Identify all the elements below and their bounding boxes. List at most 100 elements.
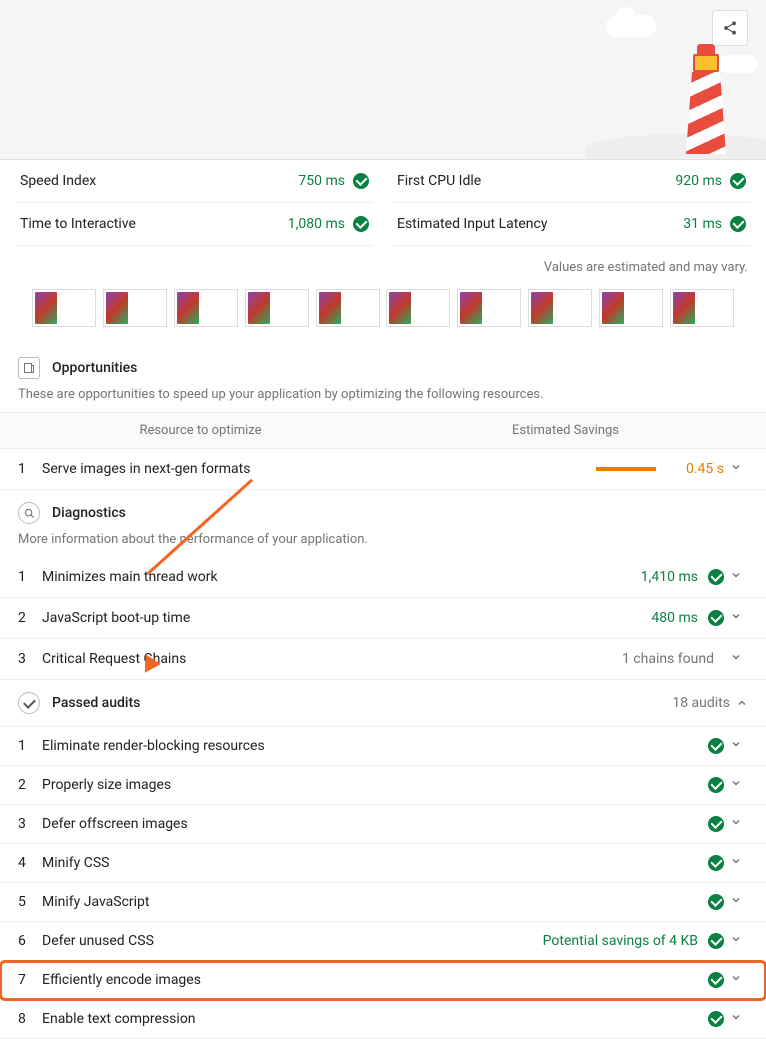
- filmstrip-thumb: [457, 289, 521, 327]
- lighthouse-logo: [676, 44, 736, 159]
- chevron-down-icon[interactable]: [724, 651, 748, 667]
- pass-icon: [708, 610, 724, 626]
- audit-label: Properly size images: [42, 777, 708, 793]
- th-savings: Estimated Savings: [383, 423, 748, 438]
- filmstrip-thumb: [316, 289, 380, 327]
- diagnostic-label: JavaScript boot-up time: [42, 610, 651, 626]
- passed-title: Passed audits: [52, 695, 140, 711]
- metric-value: 1,080 ms: [288, 216, 369, 232]
- report-header: [0, 0, 766, 160]
- metrics-grid: Speed Index 750 ms Time to Interactive 1…: [0, 160, 766, 246]
- diagnostic-label: Critical Request Chains: [42, 651, 622, 667]
- savings-bar: [536, 467, 656, 471]
- share-icon: [722, 20, 738, 36]
- filmstrip-thumb: [528, 289, 592, 327]
- pass-icon: [708, 816, 724, 832]
- chevron-down-icon[interactable]: [724, 738, 748, 754]
- row-number: 1: [18, 461, 42, 477]
- pass-icon: [708, 569, 724, 585]
- chevron-up-icon: [736, 697, 748, 709]
- opportunities-icon: [18, 357, 40, 379]
- pass-icon: [708, 1011, 724, 1027]
- row-number: 2: [18, 777, 42, 793]
- chevron-down-icon[interactable]: [724, 894, 748, 910]
- pass-icon: [353, 216, 369, 232]
- passed-audit-row[interactable]: 5 Minify JavaScript: [0, 883, 766, 922]
- passed-audit-row[interactable]: 1 Eliminate render-blocking resources: [0, 727, 766, 766]
- diagnostic-label: Minimizes main thread work: [42, 569, 641, 585]
- row-number: 3: [18, 816, 42, 832]
- opportunities-table-head: Resource to optimize Estimated Savings: [0, 412, 766, 449]
- pass-icon: [708, 855, 724, 871]
- th-resource: Resource to optimize: [18, 423, 383, 438]
- pass-icon: [708, 777, 724, 793]
- row-number: 3: [18, 651, 42, 667]
- filmstrip-thumb: [599, 289, 663, 327]
- opportunity-row[interactable]: 1 Serve images in next-gen formats 0.45 …: [0, 449, 766, 490]
- passed-audit-row[interactable]: 6 Defer unused CSS Potential savings of …: [0, 922, 766, 961]
- metric-value: 31 ms: [683, 216, 746, 232]
- metric-value: 920 ms: [675, 173, 746, 189]
- estimate-note: Values are estimated and may vary.: [0, 246, 766, 285]
- diagnostic-note: 1 chains found: [622, 651, 714, 667]
- cloud-decoration: [606, 15, 656, 37]
- diagnostics-header: Diagnostics: [0, 490, 766, 532]
- opportunities-header: Opportunities: [0, 345, 766, 387]
- chevron-down-icon[interactable]: [724, 972, 748, 988]
- pass-icon: [708, 972, 724, 988]
- metric-value: 750 ms: [298, 173, 369, 189]
- audit-label: Defer offscreen images: [42, 816, 708, 832]
- passed-audit-row[interactable]: 4 Minify CSS: [0, 844, 766, 883]
- chevron-down-icon[interactable]: [724, 816, 748, 832]
- diagnostic-row[interactable]: 1 Minimizes main thread work 1,410 ms: [0, 557, 766, 598]
- pass-icon: [708, 933, 724, 949]
- row-number: 7: [18, 972, 42, 988]
- chevron-down-icon[interactable]: [724, 461, 748, 477]
- opportunities-desc: These are opportunities to speed up your…: [0, 387, 766, 412]
- diagnostic-value: 1,410 ms: [641, 569, 698, 585]
- check-icon: [18, 692, 40, 714]
- metric-row: Time to Interactive 1,080 ms: [16, 203, 373, 246]
- audit-extra: Potential savings of 4 KB: [543, 933, 698, 949]
- diagnostic-value: 480 ms: [651, 610, 698, 626]
- chevron-down-icon[interactable]: [724, 569, 748, 585]
- metric-label: Speed Index: [20, 173, 96, 189]
- audit-label: Minify JavaScript: [42, 894, 708, 910]
- share-button[interactable]: [712, 10, 748, 46]
- chevron-down-icon[interactable]: [724, 855, 748, 871]
- pass-icon: [730, 216, 746, 232]
- passed-count: 18 audits: [672, 695, 748, 711]
- pass-icon: [708, 894, 724, 910]
- metric-row: First CPU Idle 920 ms: [393, 160, 750, 203]
- chevron-down-icon[interactable]: [724, 610, 748, 626]
- filmstrip: [0, 285, 766, 345]
- passed-audit-row[interactable]: 3 Defer offscreen images: [0, 805, 766, 844]
- passed-audit-row[interactable]: 7 Efficiently encode images: [0, 961, 766, 1000]
- diagnostic-row[interactable]: 2 JavaScript boot-up time 480 ms: [0, 598, 766, 639]
- metric-label: Estimated Input Latency: [397, 216, 547, 232]
- diagnostics-title: Diagnostics: [52, 505, 126, 521]
- passed-audit-row[interactable]: 2 Properly size images: [0, 766, 766, 805]
- audit-label: Eliminate render-blocking resources: [42, 738, 708, 754]
- row-number: 8: [18, 1011, 42, 1027]
- diagnostics-desc: More information about the performance o…: [0, 532, 766, 557]
- audit-label: Efficiently encode images: [42, 972, 708, 988]
- chevron-down-icon[interactable]: [724, 1011, 748, 1027]
- row-number: 4: [18, 855, 42, 871]
- metric-label: Time to Interactive: [20, 216, 136, 232]
- opportunity-label: Serve images in next-gen formats: [42, 461, 536, 477]
- savings-value: 0.45 s: [664, 461, 724, 477]
- chevron-down-icon[interactable]: [724, 777, 748, 793]
- row-number: 2: [18, 610, 42, 626]
- passed-audit-row[interactable]: 8 Enable text compression: [0, 1000, 766, 1039]
- filmstrip-thumb: [245, 289, 309, 327]
- filmstrip-thumb: [174, 289, 238, 327]
- metric-row: Speed Index 750 ms: [16, 160, 373, 203]
- passed-audits-header[interactable]: Passed audits 18 audits: [0, 680, 766, 727]
- opportunities-title: Opportunities: [52, 360, 137, 376]
- pass-icon: [353, 173, 369, 189]
- audit-label: Defer unused CSS: [42, 933, 543, 949]
- chevron-down-icon[interactable]: [724, 933, 748, 949]
- diagnostic-row[interactable]: 3 Critical Request Chains 1 chains found: [0, 639, 766, 680]
- pass-icon: [730, 173, 746, 189]
